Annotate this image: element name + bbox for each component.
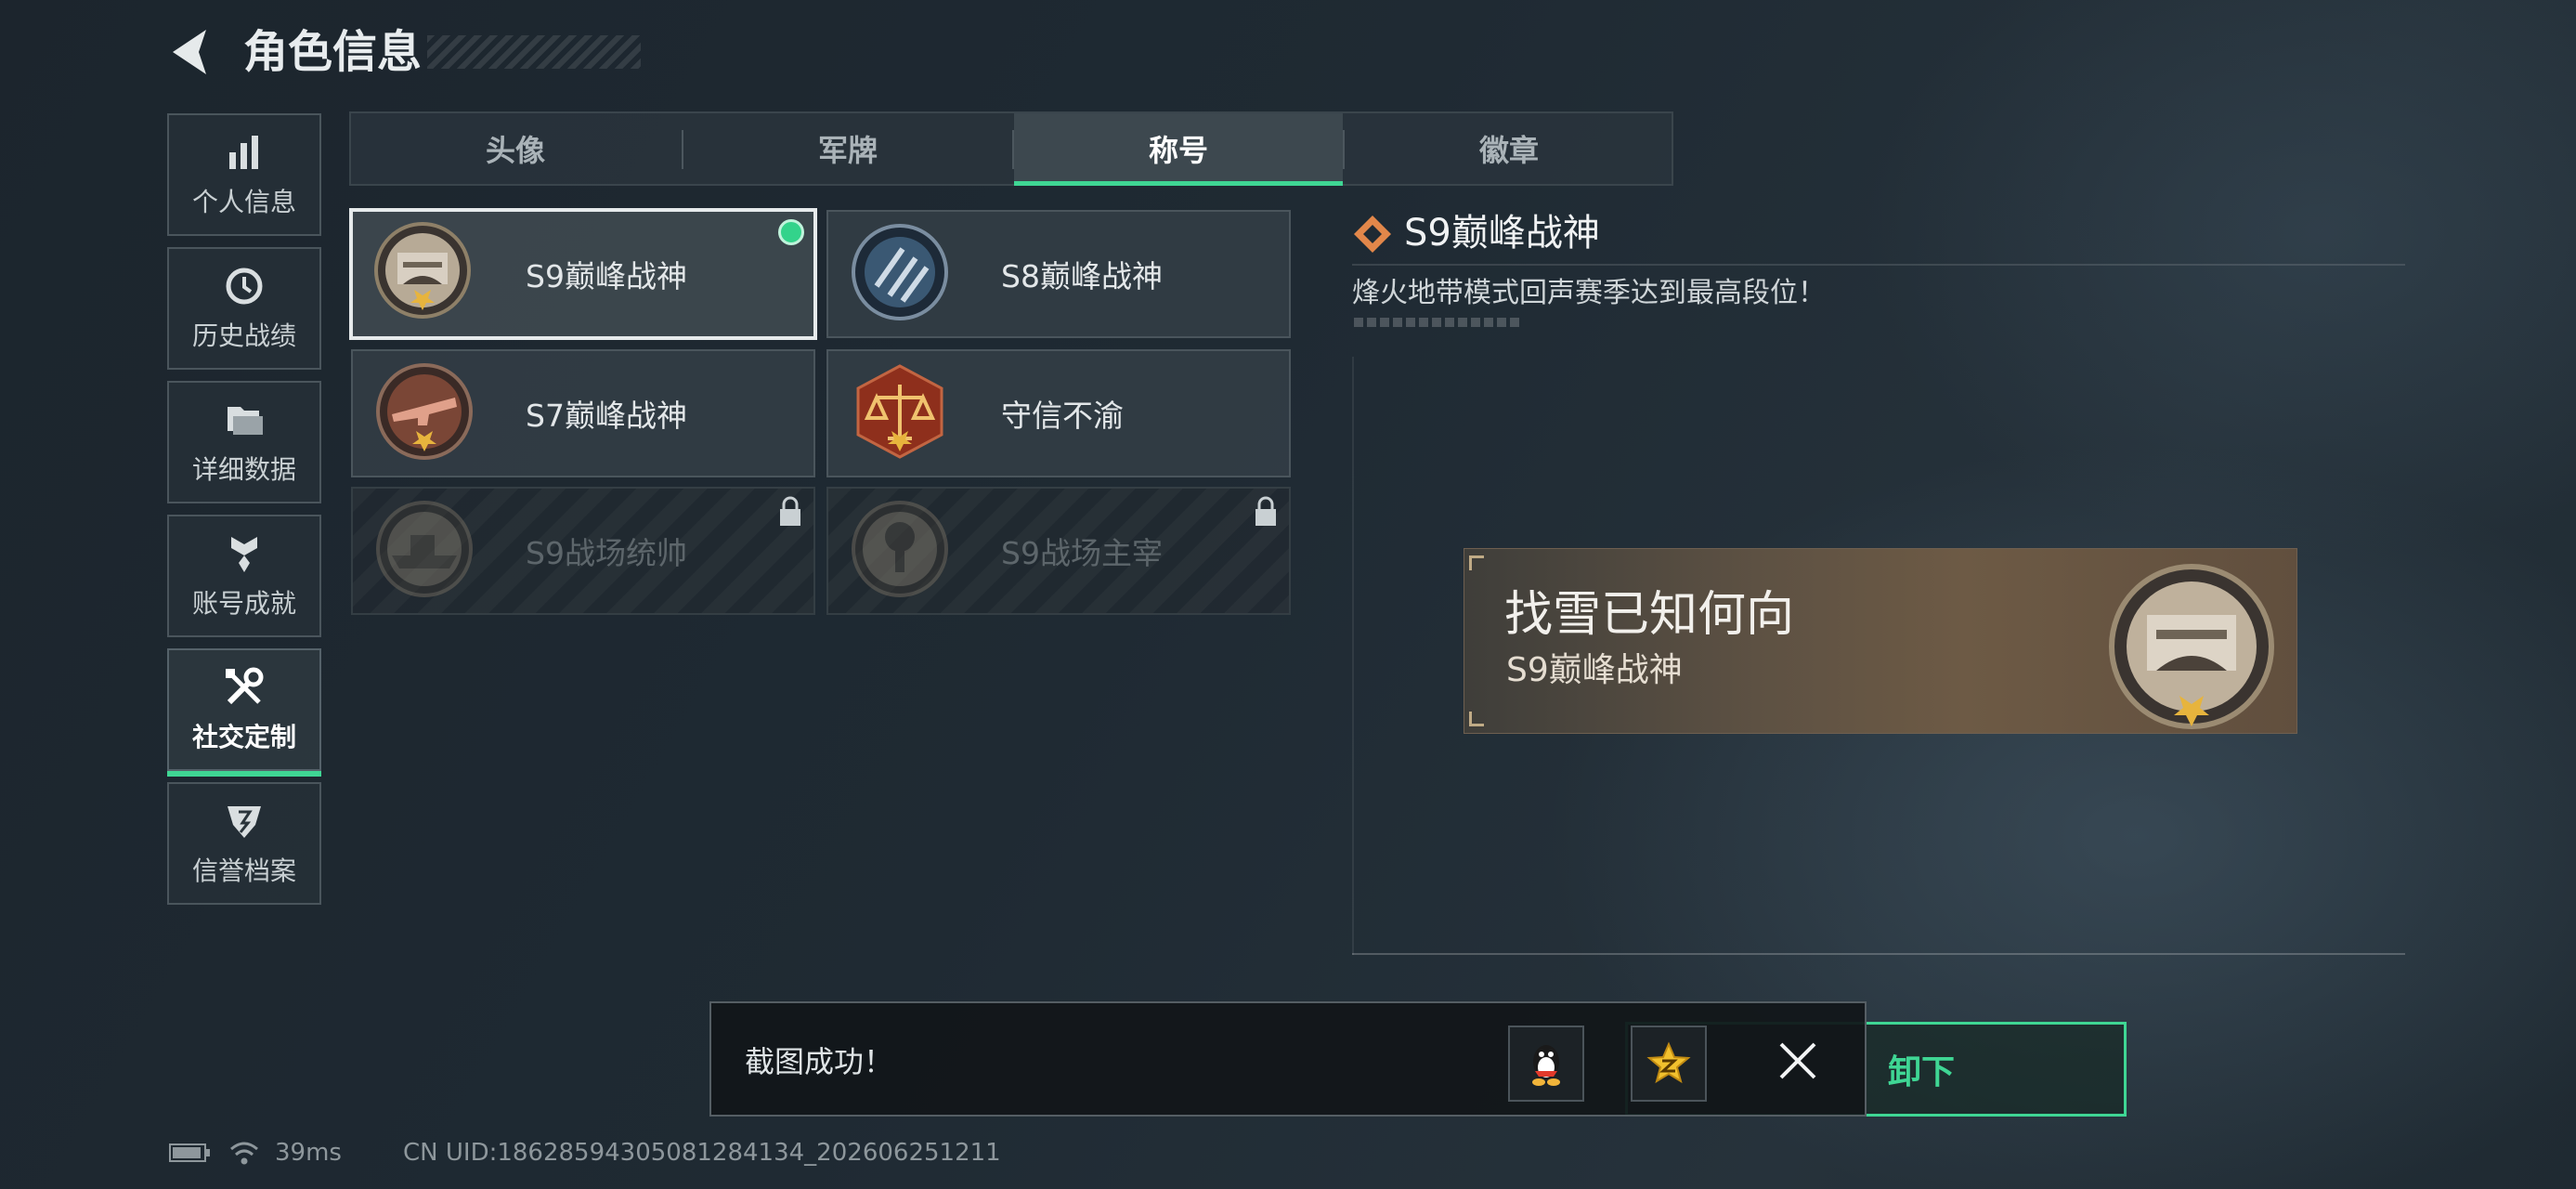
- scales-badge-icon: [856, 364, 943, 459]
- wifi-icon: [230, 1142, 258, 1165]
- sidebar-item-label: 历史战绩: [191, 320, 296, 351]
- title-card-s9-commander[interactable]: S9战场统帅: [351, 487, 815, 615]
- sidebar-item-detail-data[interactable]: 详细数据: [167, 381, 321, 503]
- plate-corner-decoration: [1469, 555, 1484, 570]
- unequip-label: 卸下: [1887, 1053, 1955, 1091]
- warship-badge-icon: [376, 501, 473, 597]
- battery-icon: [169, 1143, 210, 1162]
- tab-badge[interactable]: 徽章: [1345, 113, 1673, 184]
- blue-emblem-badge-icon: [852, 224, 948, 320]
- sidebar-item-label: 社交定制: [191, 722, 296, 752]
- achievement-icon: [231, 537, 257, 572]
- title-diamond-icon: [1354, 216, 1391, 253]
- ping-value: 39ms: [275, 1139, 342, 1167]
- sidebar-item-label: 信誉档案: [191, 856, 296, 886]
- lock-icon: [1255, 496, 1276, 526]
- title-card-name: S9战场统帅: [526, 535, 687, 571]
- fortress-badge-icon: [374, 222, 471, 319]
- title-card-honor[interactable]: 守信不渝: [826, 349, 1291, 477]
- detail-divider: [1352, 264, 2405, 266]
- sidebar-item-personal-info[interactable]: 个人信息: [167, 113, 321, 236]
- qq-penguin-icon: [1532, 1045, 1560, 1086]
- title-card-name: S9战场主宰: [1001, 535, 1163, 571]
- title-card-s9-peak[interactable]: S9巅峰战神: [349, 208, 817, 340]
- qzone-star-icon: [1646, 1041, 1691, 1084]
- preview-title-name: S9巅峰战神: [1506, 651, 1683, 689]
- tab-avatar[interactable]: 头像: [351, 113, 680, 184]
- share-qzone-button[interactable]: [1631, 1026, 1707, 1102]
- credit-shield-icon: [228, 806, 261, 838]
- screenshot-toast: 截图成功！: [709, 1001, 1867, 1117]
- title-card-name: S9巅峰战神: [526, 258, 687, 294]
- tab-title[interactable]: 称号: [1014, 113, 1343, 186]
- preview-player-name: 找雪已知何向: [1504, 587, 1795, 643]
- explosion-badge-icon: [852, 501, 948, 597]
- folder-icon: [228, 407, 263, 435]
- sidebar-item-credit-record[interactable]: 信誉档案: [167, 782, 321, 905]
- toast-message: 截图成功！: [745, 1044, 894, 1079]
- page-title: 角色信息: [243, 26, 423, 78]
- sidebar-item-social-custom[interactable]: 社交定制: [167, 648, 321, 777]
- close-icon[interactable]: [1777, 1040, 1818, 1081]
- title-card-name: S7巅峰战神: [526, 398, 687, 434]
- title-card-s8-peak[interactable]: S8巅峰战神: [826, 210, 1291, 338]
- title-card-name: S8巅峰战神: [1001, 258, 1163, 294]
- sidebar-item-achievements[interactable]: 账号成就: [167, 515, 321, 637]
- user-uid: CN UID:1862859430508128413­4_20260625121…: [403, 1139, 1001, 1167]
- weapon-badge-icon: [376, 363, 473, 460]
- lock-icon: [780, 496, 800, 526]
- back-arrow-icon[interactable]: [165, 26, 217, 78]
- title-card-s7-peak[interactable]: S7巅峰战神: [351, 349, 815, 477]
- tools-icon: [226, 667, 264, 705]
- detail-decoration: [1354, 318, 1519, 327]
- title-card-s9-dominator[interactable]: S9战场主宰: [826, 487, 1291, 615]
- title-card-name: 守信不渝: [1001, 398, 1124, 434]
- fortress-badge-icon: [2109, 564, 2274, 729]
- detail-title-name: S9巅峰战神: [1404, 212, 1600, 255]
- tab-bar: 头像 军牌 称号 徽章: [349, 111, 1673, 186]
- share-qq-button[interactable]: [1508, 1026, 1584, 1102]
- equipped-indicator: [778, 219, 804, 245]
- sidebar-item-label: 详细数据: [191, 454, 296, 485]
- plate-corner-decoration: [1469, 712, 1484, 726]
- tab-dog-tag[interactable]: 军牌: [683, 113, 1012, 184]
- bar-chart-icon: [229, 136, 258, 169]
- sidebar-item-history[interactable]: 历史战绩: [167, 247, 321, 370]
- detail-description: 烽火地带模式回声赛季达到最高段位！: [1352, 277, 1826, 309]
- detail-panel-bottom-line: [1352, 953, 2405, 955]
- sidebar-item-label: 账号成就: [191, 588, 296, 619]
- sidebar-item-label: 个人信息: [191, 187, 296, 217]
- title-decoration: [427, 35, 641, 69]
- history-clock-icon: [226, 268, 263, 305]
